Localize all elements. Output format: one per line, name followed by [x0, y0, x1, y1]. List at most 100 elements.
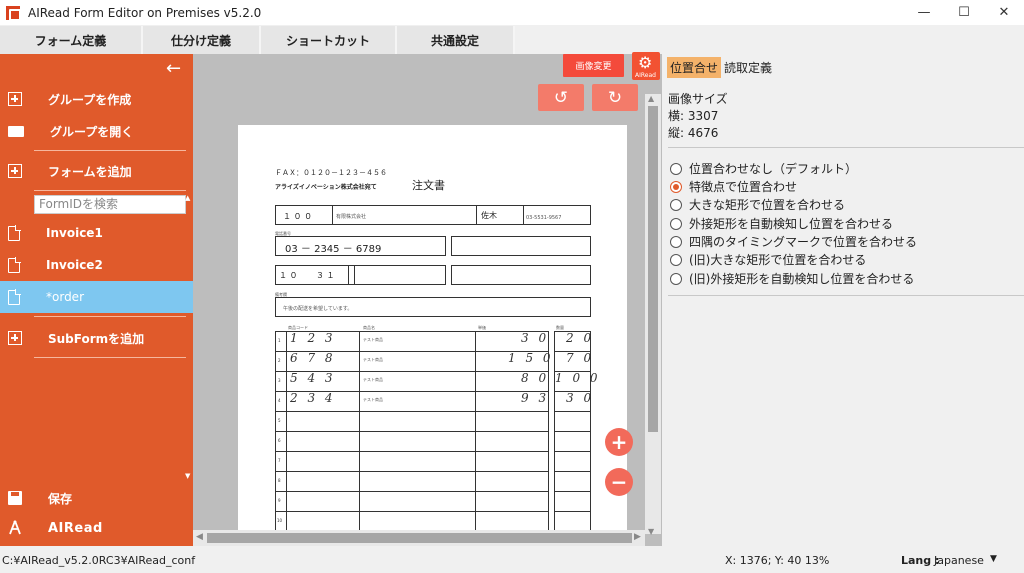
doc-line: [554, 491, 591, 492]
add-form-label: フォームを追加: [48, 164, 132, 179]
doc-line: [332, 205, 333, 225]
doc-row-code: 5 4 3: [290, 371, 336, 385]
doc-row-no: 4: [278, 398, 281, 403]
add-form-button[interactable]: フォームを追加: [0, 155, 193, 187]
vertical-scrollbar[interactable]: ▲ ▼: [645, 94, 661, 536]
gear-icon: ⚙: [638, 53, 653, 72]
open-group-label: グループを開く: [50, 124, 134, 139]
align-option-old-bounding-rect[interactable]: (旧)外接矩形を自動検知し位置を合わせる: [670, 270, 914, 287]
radio-button[interactable]: [670, 235, 682, 248]
minimize-button[interactable]: —: [904, 0, 944, 25]
rotate-right-button[interactable]: ↻: [592, 84, 638, 111]
menu-form-definition[interactable]: フォーム定義: [0, 26, 143, 54]
scroll-down-icon[interactable]: ▼: [185, 472, 190, 480]
tab-alignment[interactable]: 位置合せ: [667, 57, 722, 78]
doc-row-price: 3 0: [521, 331, 550, 345]
brand-name: AIRead: [48, 520, 103, 536]
save-icon: [8, 491, 22, 505]
cursor-coordinates: X: 1376; Y: 40 13%: [725, 554, 830, 567]
doc-tel: 03-5531-9567: [526, 215, 562, 221]
image-width: 横: 3307: [668, 109, 719, 123]
brand-row: AIRead: [0, 516, 193, 540]
doc-line: [275, 371, 549, 372]
add-subform-label: SubFormを追加: [48, 331, 145, 346]
doc-line: [523, 205, 524, 225]
radio-button[interactable]: [670, 253, 682, 266]
doc-line: [275, 431, 549, 432]
doc-line: [275, 391, 549, 392]
zoom-in-button[interactable]: +: [605, 428, 633, 456]
align-option-none[interactable]: 位置合わせなし（デフォルト）: [670, 160, 857, 177]
image-change-button[interactable]: 画像変更: [563, 54, 624, 77]
scroll-right-arrow-icon[interactable]: ▶: [634, 532, 641, 542]
align-option-bounding-rect[interactable]: 外接矩形を自動検知し位置を合わせる: [670, 215, 893, 232]
doc-line: [554, 371, 591, 372]
scroll-up-arrow-icon[interactable]: ▲: [648, 94, 654, 103]
doc-line: [275, 471, 549, 472]
doc-row-no: 5: [278, 418, 281, 423]
menu-common-settings[interactable]: 共通設定: [397, 26, 515, 54]
horizontal-scrollbar[interactable]: ◀ ▶: [193, 530, 645, 546]
radio-button[interactable]: [670, 272, 682, 285]
radio-button-selected[interactable]: [670, 180, 682, 193]
image-canvas[interactable]: 画像変更 ⚙ AIRead ↺ ↻ ＦＡＸ：０１２０－１２３－４５６ アライズイ…: [193, 52, 662, 546]
app-icon: [6, 5, 21, 21]
align-option-feature-points[interactable]: 特徴点で位置合わせ: [670, 178, 797, 195]
divider: [34, 357, 186, 358]
form-image: ＦＡＸ：０１２０－１２３－４５６ アライズイノベーション株式会社宛て 注文書 １…: [238, 125, 627, 530]
image-size-label: 画像サイズ: [668, 92, 728, 106]
doc-area-box: [451, 265, 591, 285]
horizontal-scroll-thumb[interactable]: [207, 533, 632, 543]
create-group-button[interactable]: グループを作成: [0, 83, 193, 115]
chevron-down-icon[interactable]: ▼: [990, 554, 997, 564]
doc-line: [554, 351, 591, 352]
form-id-search-input[interactable]: FormIDを検索: [34, 195, 186, 214]
close-button[interactable]: ✕: [984, 0, 1024, 25]
radio-button[interactable]: [670, 217, 682, 230]
radio-button[interactable]: [670, 162, 682, 175]
align-option-timing-marks[interactable]: 四隅のタイミングマークで位置を合わせる: [670, 233, 917, 250]
document-icon: [8, 224, 21, 241]
doc-address-box: [451, 236, 591, 256]
form-item-invoice2[interactable]: Invoice2: [0, 249, 193, 281]
save-button[interactable]: 保存: [0, 486, 193, 510]
config-path: C:¥AIRead_v5.2.0RC3¥AIRead_conf: [2, 554, 196, 567]
option-label: 外接矩形を自動検知し位置を合わせる: [689, 217, 894, 231]
window-title: AIRead Form Editor on Premises v5.2.0: [28, 5, 262, 20]
settings-button[interactable]: ⚙ AIRead: [632, 52, 660, 80]
doc-row-name: テスト商品: [363, 397, 383, 402]
back-arrow-icon[interactable]: ←: [166, 58, 181, 79]
doc-row-no: 2: [278, 358, 281, 363]
menu-shortcut[interactable]: ショートカット: [261, 26, 397, 54]
scroll-down-arrow-icon[interactable]: ▼: [648, 527, 654, 536]
doc-row-qty: 2 0: [566, 331, 595, 345]
language-select[interactable]: Japanese: [934, 554, 984, 567]
align-option-old-large-rect[interactable]: (旧)大きな矩形で位置を合わせる: [670, 251, 866, 268]
menu-sort-definition[interactable]: 仕分け定義: [143, 26, 261, 54]
radio-button[interactable]: [670, 198, 682, 211]
doc-line: [554, 511, 591, 512]
doc-note-text: 午後の配送を希望しています。: [283, 306, 353, 312]
tab-read-definition[interactable]: 読取定義: [721, 57, 775, 78]
align-option-large-rect[interactable]: 大きな矩形で位置を合わせる: [670, 196, 845, 213]
doc-line: [275, 411, 549, 412]
scroll-up-icon[interactable]: ▲: [185, 194, 190, 202]
doc-row-code: 1 2 3: [290, 331, 336, 345]
maximize-button[interactable]: ☐: [944, 0, 984, 25]
option-label: 位置合わせなし（デフォルト）: [689, 162, 858, 176]
divider: [668, 147, 1024, 148]
document-icon: [8, 288, 21, 305]
form-item-invoice1[interactable]: Invoice1: [0, 217, 193, 249]
zoom-out-button[interactable]: −: [605, 468, 633, 496]
open-group-button[interactable]: グループを開く: [0, 115, 193, 147]
doc-row-qty: 7 0: [566, 351, 595, 365]
add-subform-button[interactable]: SubFormを追加: [0, 322, 193, 354]
form-item-order[interactable]: *order: [0, 281, 193, 313]
doc-row-no: 8: [278, 478, 281, 483]
scroll-left-arrow-icon[interactable]: ◀: [196, 532, 203, 542]
image-height: 縦: 4676: [668, 126, 719, 140]
rotate-left-button[interactable]: ↺: [538, 84, 584, 111]
doc-line: [275, 491, 549, 492]
doc-line: [554, 471, 591, 472]
vertical-scroll-thumb[interactable]: [648, 106, 658, 432]
